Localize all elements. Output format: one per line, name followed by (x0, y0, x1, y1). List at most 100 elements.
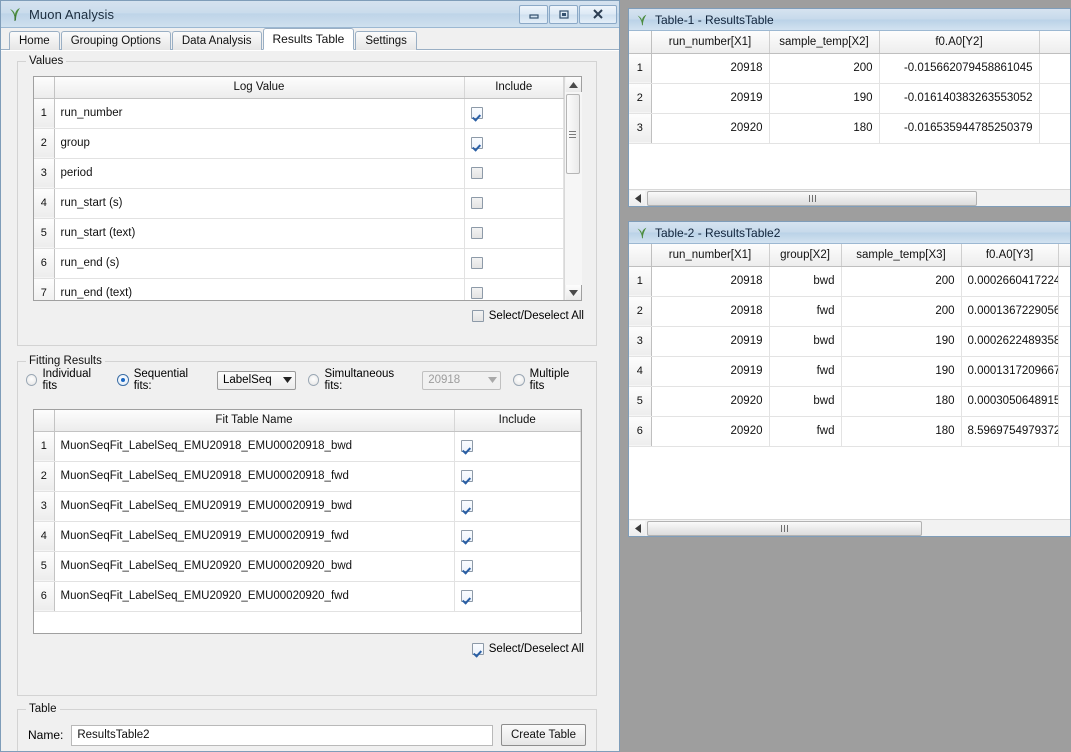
cell-group[interactable]: fwd (769, 416, 841, 446)
cell-group[interactable]: fwd (769, 296, 841, 326)
log-value-cell[interactable]: run_start (text) (54, 218, 464, 248)
table-row[interactable]: 1 run_number (34, 98, 564, 128)
include-cell[interactable] (454, 521, 580, 551)
fit-name-cell[interactable]: MuonSeqFit_LabelSeq_EMU20918_EMU00020918… (54, 461, 454, 491)
table-row[interactable]: 7 run_end (text) (34, 278, 564, 300)
table-row[interactable]: 1 20918 bwd 200 0.00026604172242179649 0 (629, 266, 1070, 296)
cell-a0[interactable]: 0.00013172096679027167 (961, 356, 1058, 386)
table2-col-next[interactable] (1058, 244, 1070, 266)
cell-group[interactable]: fwd (769, 356, 841, 386)
cell-next[interactable]: 0 (1058, 266, 1070, 296)
table2-col-run-number[interactable]: run_number[X1] (651, 244, 769, 266)
include-checkbox[interactable] (461, 590, 473, 602)
table2-col-a0[interactable]: f0.A0[Y3] (961, 244, 1058, 266)
include-checkbox[interactable] (461, 440, 473, 452)
include-cell[interactable] (454, 461, 580, 491)
label-simultaneous-fits[interactable]: Simultaneous fits: (324, 368, 410, 392)
cell-run-number[interactable]: 20919 (651, 83, 769, 113)
table1-hscrollbar[interactable] (629, 189, 1070, 206)
sequential-fits-dropdown[interactable]: LabelSeq (217, 371, 296, 390)
values-col-log-value[interactable]: Log Value (54, 77, 464, 98)
fit-name-cell[interactable]: MuonSeqFit_LabelSeq_EMU20918_EMU00020918… (54, 431, 454, 461)
table2-titlebar[interactable]: Table-2 - ResultsTable2 (629, 222, 1070, 244)
cell-run-number[interactable]: 20918 (651, 266, 769, 296)
cell-sample-temp[interactable]: 190 (841, 356, 961, 386)
cell-a0[interactable]: -0.016535944785250379 (879, 113, 1039, 143)
cell-sample-temp[interactable]: 180 (841, 386, 961, 416)
cell-sample-temp[interactable]: 200 (841, 296, 961, 326)
cell-sample-temp[interactable]: 180 (841, 416, 961, 446)
values-table-scrollbar[interactable] (564, 77, 581, 300)
maximize-button[interactable] (549, 5, 578, 24)
cell-run-number[interactable]: 20918 (651, 53, 769, 83)
radio-individual-fits[interactable] (26, 374, 37, 386)
cell-next[interactable]: 0 (1058, 356, 1070, 386)
fit-corner-cell[interactable] (34, 410, 54, 431)
table-row[interactable]: 5 run_start (text) (34, 218, 564, 248)
table-row[interactable]: 3 20919 bwd 190 0.00026224893586685859 0 (629, 326, 1070, 356)
tab-data-analysis[interactable]: Data Analysis (172, 31, 262, 50)
include-cell[interactable] (454, 431, 580, 461)
tab-results-table[interactable]: Results Table (263, 28, 355, 50)
radio-simultaneous-fits[interactable] (308, 374, 319, 386)
cell-a0[interactable]: 0.00026224893586685859 (961, 326, 1058, 356)
log-value-cell[interactable]: group (54, 128, 464, 158)
table-row[interactable]: 2 group (34, 128, 564, 158)
table-row[interactable]: 2 MuonSeqFit_LabelSeq_EMU20918_EMU000209… (34, 461, 580, 491)
scroll-track[interactable] (645, 521, 1070, 536)
cell-group[interactable]: bwd (769, 386, 841, 416)
minimize-button[interactable] (519, 5, 548, 24)
label-individual-fits[interactable]: Individual fits (42, 368, 105, 392)
cell-a0[interactable]: 0.00026604172242179649 (961, 266, 1058, 296)
log-value-cell[interactable]: run_end (s) (54, 248, 464, 278)
cell-sample-temp[interactable]: 200 (769, 53, 879, 83)
cell-next[interactable]: 0 (1058, 326, 1070, 356)
table-row[interactable]: 6 run_end (s) (34, 248, 564, 278)
cell-a0error[interactable]: 0.0003704628 (1039, 113, 1070, 143)
cell-group[interactable]: bwd (769, 326, 841, 356)
create-table-button[interactable]: Create Table (501, 724, 586, 746)
log-value-cell[interactable]: run_number (54, 98, 464, 128)
scroll-left-icon[interactable] (630, 521, 645, 536)
scroll-left-icon[interactable] (630, 191, 645, 206)
table1-col-a0error[interactable]: f0.A0Error (1039, 31, 1070, 53)
cell-a0[interactable]: 0.00013672290568467215 (961, 296, 1058, 326)
fit-select-all-checkbox[interactable] (472, 643, 484, 655)
table1-titlebar[interactable]: Table-1 - ResultsTable (629, 9, 1070, 31)
cell-run-number[interactable]: 20920 (651, 416, 769, 446)
tab-settings[interactable]: Settings (355, 31, 417, 50)
fit-col-include[interactable]: Include (454, 410, 580, 431)
cell-a0[interactable]: 0.00030506489153760353 (961, 386, 1058, 416)
scroll-up-icon[interactable] (566, 77, 581, 92)
include-checkbox[interactable] (461, 470, 473, 482)
include-checkbox[interactable] (471, 257, 483, 269)
include-checkbox[interactable] (471, 197, 483, 209)
fit-name-cell[interactable]: MuonSeqFit_LabelSeq_EMU20919_EMU00020919… (54, 491, 454, 521)
fit-name-cell[interactable]: MuonSeqFit_LabelSeq_EMU20919_EMU00020919… (54, 521, 454, 551)
scroll-thumb[interactable] (647, 191, 977, 206)
cell-sample-temp[interactable]: 190 (769, 83, 879, 113)
cell-sample-temp[interactable]: 180 (769, 113, 879, 143)
include-cell[interactable] (464, 248, 564, 278)
fit-name-cell[interactable]: MuonSeqFit_LabelSeq_EMU20920_EMU00020920… (54, 551, 454, 581)
include-checkbox[interactable] (461, 560, 473, 572)
include-checkbox[interactable] (471, 287, 483, 299)
scroll-thumb[interactable] (647, 521, 922, 536)
radio-sequential-fits[interactable] (117, 374, 128, 386)
table-name-input[interactable] (71, 725, 493, 746)
table-row[interactable]: 4 MuonSeqFit_LabelSeq_EMU20919_EMU000209… (34, 521, 580, 551)
table2-col-sample-temp[interactable]: sample_temp[X3] (841, 244, 961, 266)
cell-a0[interactable]: -0.016140383263553052 (879, 83, 1039, 113)
table-row[interactable]: 5 MuonSeqFit_LabelSeq_EMU20920_EMU000209… (34, 551, 580, 581)
cell-a0error[interactable]: 0.00036894541 (1039, 83, 1070, 113)
cell-run-number[interactable]: 20918 (651, 296, 769, 326)
scroll-track[interactable] (565, 92, 582, 285)
tab-home[interactable]: Home (9, 31, 60, 50)
cell-group[interactable]: bwd (769, 266, 841, 296)
cell-a0error[interactable]: 0.00036946368 (1039, 53, 1070, 83)
include-checkbox[interactable] (471, 227, 483, 239)
cell-sample-temp[interactable]: 200 (841, 266, 961, 296)
table-row[interactable]: 1 MuonSeqFit_LabelSeq_EMU20918_EMU000209… (34, 431, 580, 461)
cell-a0[interactable]: 8.5969754979372547e-05 (961, 416, 1058, 446)
table-row[interactable]: 2 20919 190 -0.016140383263553052 0.0003… (629, 83, 1070, 113)
